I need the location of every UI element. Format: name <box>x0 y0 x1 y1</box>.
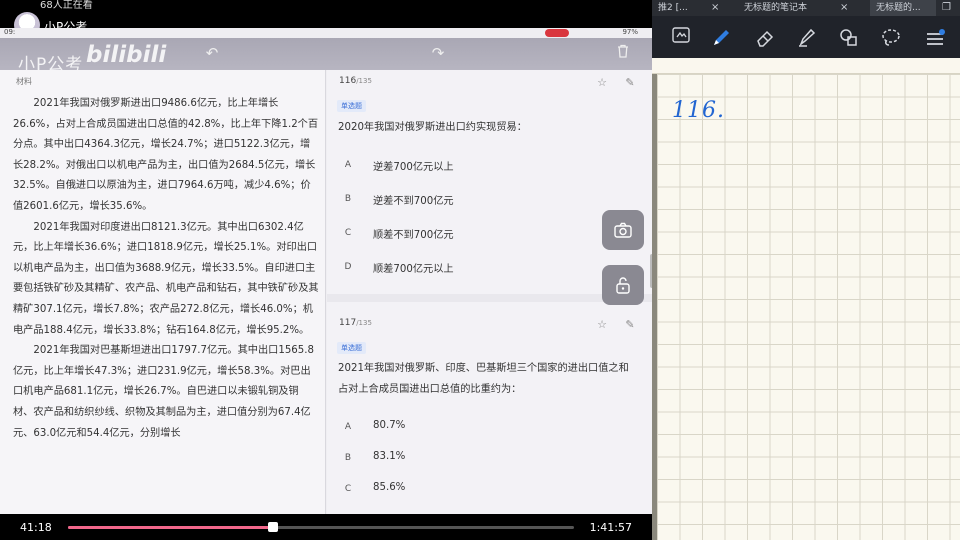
playback-bar: 41:18 1:41:57 <box>0 514 652 540</box>
question-type-badge: 单选题 <box>337 100 366 112</box>
material-label: 材料 <box>16 77 32 86</box>
viewer-count: 68人正在看 <box>40 0 93 11</box>
question-number: 117/135 <box>339 318 372 328</box>
handwritten-note: 116. <box>672 98 725 123</box>
video-player[interactable]: 68人正在看 小P公考 09: 97% 小P公考 bilibili ↶ ↷ 材料… <box>0 0 652 540</box>
lasso-icon[interactable] <box>878 26 904 52</box>
progress-bar[interactable] <box>68 522 574 532</box>
question-type-badge: 单选题 <box>337 342 366 354</box>
page-left-border <box>652 74 657 540</box>
close-icon[interactable]: × <box>711 0 719 16</box>
question-stem: 2021年我国对俄罗斯、印度、巴基斯坦三个国家的进出口值之和占对上合成员国进出口… <box>338 363 629 395</box>
pages-icon[interactable]: ❐ <box>942 0 951 16</box>
close-icon[interactable]: × <box>840 0 848 16</box>
tablet-clock: 09: <box>4 28 16 36</box>
option-b[interactable]: B 逆差不到700亿元 <box>337 188 637 210</box>
option-b[interactable]: B 83.1% <box>337 447 637 469</box>
current-time: 41:18 <box>20 521 52 534</box>
material-paragraph: 2021年我国对俄罗斯进出口9486.6亿元，比上年增长26.6%，占对上合成员… <box>13 98 319 212</box>
camera-icon <box>614 219 632 240</box>
material-panel: 材料 2021年我国对俄罗斯进出口9486.6亿元，比上年增长26.6%，占对上… <box>0 70 326 514</box>
material-paragraph: 2021年我国对印度进出口8121.3亿元。其中出口6302.4亿元，比上年增长… <box>13 221 319 336</box>
progress-thumb[interactable] <box>268 522 279 532</box>
option-c[interactable]: C 85.6% <box>337 478 637 500</box>
material-paragraph: 2021年我国对巴基斯坦进出口1797.7亿元。其中出口1565.8亿元，比上年… <box>13 345 314 439</box>
tablet-toolbar: 小P公考 bilibili ↶ ↷ <box>0 38 652 75</box>
option-a[interactable]: A 80.7% <box>337 416 637 438</box>
recording-indicator <box>545 29 569 37</box>
eraser-icon[interactable] <box>752 26 778 52</box>
bilibili-logo: bilibili <box>86 42 167 68</box>
question-stem: 2020年我国对俄罗斯进出口约实现贸易： <box>338 122 527 133</box>
edit-icon[interactable]: ✎ <box>623 318 637 332</box>
tab-notebook-1[interactable]: 推2 [... <box>658 0 712 16</box>
tablet-status-bar: 09: 97% <box>0 28 652 38</box>
notes-app: 推2 [... × 无标题的笔记本 × 无标题的... ❐ 116. <box>652 0 960 540</box>
unlock-icon <box>615 274 631 295</box>
question-number: 116/135 <box>339 76 372 86</box>
highlighter-icon[interactable] <box>794 26 820 52</box>
bookmark-icon[interactable]: ☆ <box>595 318 609 332</box>
option-d[interactable]: D 顺差700亿元以上 <box>337 256 637 278</box>
tablet-screen: 09: 97% 小P公考 bilibili ↶ ↷ 材料 2021年我国对俄罗斯… <box>0 28 652 514</box>
page-top-edge <box>652 58 960 74</box>
scan-icon[interactable] <box>668 26 694 52</box>
edit-icon[interactable]: ✎ <box>623 76 637 90</box>
lock-button[interactable] <box>602 265 644 305</box>
tab-notebook-2[interactable]: 无标题的笔记本 <box>744 0 838 16</box>
option-a[interactable]: A 逆差700亿元以上 <box>337 154 637 176</box>
tab-notebook-active[interactable]: 无标题的... <box>870 0 936 16</box>
menu-icon[interactable] <box>922 26 948 52</box>
total-time: 1:41:57 <box>589 521 632 534</box>
pen-icon[interactable] <box>708 26 734 52</box>
trash-icon[interactable] <box>614 44 632 62</box>
redo-icon[interactable]: ↷ <box>429 44 447 62</box>
notes-tab-bar: 推2 [... × 无标题的笔记本 × 无标题的... ❐ <box>652 0 960 16</box>
notes-toolbar <box>652 16 960 60</box>
progress-fill <box>68 526 274 529</box>
undo-icon[interactable]: ↶ <box>203 44 221 62</box>
shapes-icon[interactable] <box>836 26 862 52</box>
option-c[interactable]: C 顺差不到700亿元 <box>337 222 637 244</box>
camera-button[interactable] <box>602 210 644 250</box>
bookmark-icon[interactable]: ☆ <box>595 76 609 90</box>
grid-paper-canvas[interactable] <box>652 74 960 540</box>
tablet-battery: 97% <box>622 28 638 36</box>
material-text: 2021年我国对俄罗斯进出口9486.6亿元，比上年增长26.6%，占对上合成员… <box>13 94 319 444</box>
